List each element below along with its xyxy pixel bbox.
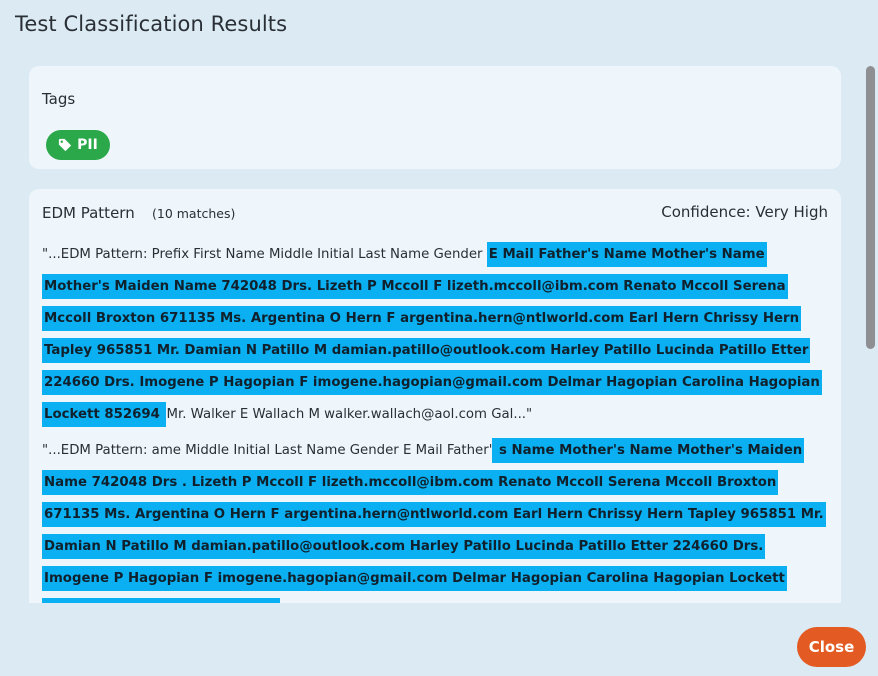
snippet-highlight: s Name Mother's Name Mother's Maiden Nam… — [42, 438, 826, 603]
match-snippet: "...EDM Pattern: ame Middle Initial Last… — [42, 435, 832, 603]
confidence-label: Confidence: Very High — [661, 203, 828, 221]
dialog-title: Test Classification Results — [15, 12, 288, 36]
snippet-highlight: E Mail Father's Name Mother's Name Mothe… — [42, 242, 822, 427]
match-count: (10 matches) — [152, 206, 236, 221]
tag-icon — [58, 138, 72, 152]
tag-label: PII — [77, 137, 98, 153]
close-button[interactable]: Close — [797, 627, 866, 667]
edm-title: EDM Pattern — [42, 204, 135, 222]
tags-card: Tags PII — [29, 66, 841, 169]
results-scroll-area[interactable]: Tags PII EDM Pattern (10 matches) Confid… — [0, 56, 878, 603]
tags-title: Tags — [42, 90, 76, 108]
edm-pattern-card: EDM Pattern (10 matches) Confidence: Ver… — [29, 189, 841, 603]
snippet-suffix: Mr. Walker E Wallach M walker.wallach@ao… — [166, 407, 533, 422]
scrollbar-thumb[interactable] — [866, 66, 875, 349]
snippet-prefix: "...EDM Pattern: Prefix First Name Middl… — [42, 247, 487, 262]
snippet-prefix: "...EDM Pattern: ame Middle Initial Last… — [42, 443, 493, 458]
match-snippet: "...EDM Pattern: Prefix First Name Middl… — [42, 239, 832, 431]
tag-pii: PII — [46, 130, 110, 160]
